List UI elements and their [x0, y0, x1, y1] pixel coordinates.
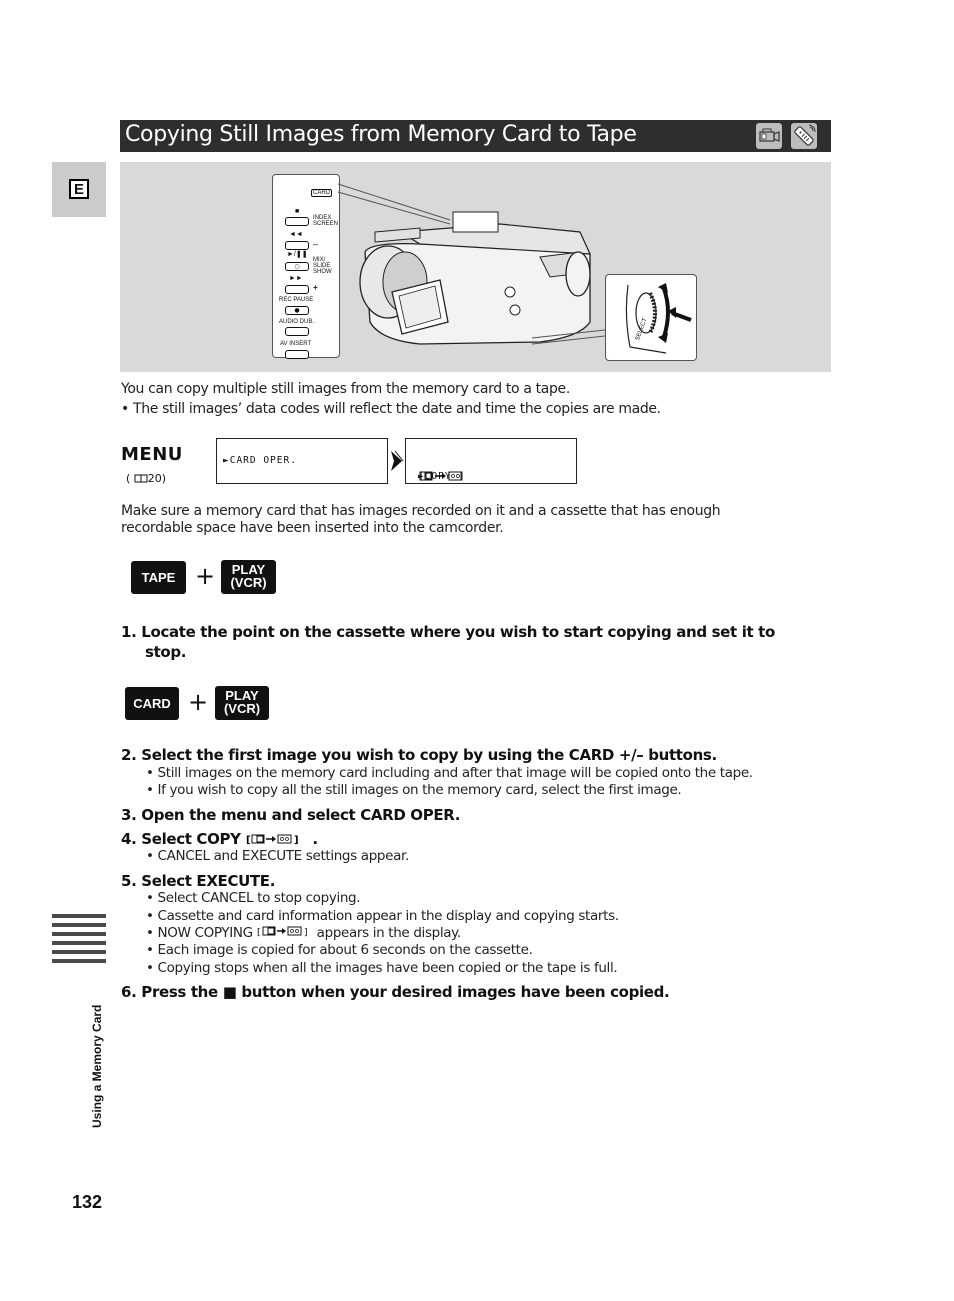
step-3: 3. Open the menu and select CARD OPER. — [121, 806, 461, 824]
step-5-bullet-3-post: appears in the display. — [316, 925, 462, 941]
section-stripe — [52, 941, 106, 945]
card-mode-badge: CARD — [125, 687, 179, 720]
menu-next-arrow-icon — [390, 450, 404, 476]
prerequisite-line-2: recordable space have been inserted into… — [121, 520, 504, 536]
play-vcr-mode-badge: PLAY (VCR) — [221, 560, 276, 594]
step-1-continued: stop. — [145, 643, 187, 661]
menu-step-card-oper-label: ►CARD OPER. — [223, 455, 297, 466]
section-stripe — [52, 950, 106, 954]
step-4-label: 4. Select COPY — [121, 830, 241, 848]
section-label: Using a Memory Card — [90, 1004, 104, 1128]
step-6-pre: 6. Press the — [121, 983, 218, 1001]
camcorder-icon — [756, 123, 782, 149]
svg-text:[: [ — [246, 835, 250, 845]
step-6: 6. Press the ■ button when your desired … — [121, 983, 670, 1001]
card-to-tape-icon: [] — [257, 925, 313, 941]
section-stripe — [52, 923, 106, 927]
svg-text:]: ] — [304, 928, 307, 937]
camcorder-drawing — [337, 183, 606, 345]
language-indicator: E — [69, 179, 89, 199]
remote-control-icon — [791, 123, 817, 149]
intro-bullet: • The still images’ data codes will refl… — [121, 401, 661, 417]
section-stripe — [52, 959, 106, 963]
plus-sign: + — [195, 562, 216, 590]
card-to-tape-icon: [] — [246, 831, 308, 849]
step-5-bullet-2: • Cassette and card information appear i… — [146, 908, 619, 924]
play-vcr-line-2: (VCR) — [223, 701, 261, 716]
step-2-bullet-2: • If you wish to copy all the still imag… — [146, 782, 682, 798]
language-tab: E — [52, 162, 106, 217]
menu-step-copy: ►COPY [] — [405, 438, 577, 484]
prerequisite-line-1: Make sure a memory card that has images … — [121, 503, 721, 519]
plus-sign: + — [188, 688, 209, 716]
select-dial-callout: SELECT — [605, 274, 697, 361]
step-4-bullet-1: • CANCEL and EXECUTE settings appear. — [146, 848, 409, 864]
step-5-bullet-5: • Copying stops when all the images have… — [146, 960, 618, 976]
section-stripe — [52, 914, 106, 918]
stop-button-icon: ■ — [222, 983, 237, 1001]
section-title-bar: Copying Still Images from Memory Card to… — [120, 120, 831, 152]
menu-ref-page: 20 — [147, 472, 162, 485]
card-to-tape-icon — [418, 471, 464, 484]
menu-step-copy-end: ] — [418, 471, 425, 482]
step-2: 2. Select the first image you wish to co… — [121, 746, 717, 764]
menu-step-card-oper: ►CARD OPER. — [216, 438, 388, 484]
menu-page-reference: ( 20) — [126, 472, 167, 486]
menu-heading: MENU — [121, 444, 183, 465]
page-number: 132 — [72, 1192, 103, 1212]
step-5-bullet-3-pre: • NOW COPYING — [146, 925, 253, 941]
step-5: 5. Select EXECUTE. — [121, 872, 276, 890]
step-1: 1. Locate the point on the cassette wher… — [121, 623, 775, 641]
play-vcr-mode-badge: PLAY (VCR) — [215, 686, 269, 720]
book-icon — [134, 473, 148, 486]
intro-text: You can copy multiple still images from … — [121, 381, 570, 397]
step-5-bullet-3: • NOW COPYING [] appears in the display. — [146, 925, 461, 941]
step-4-end: . — [312, 830, 318, 848]
step-4: 4. Select COPY [] . — [121, 830, 318, 849]
step-6-post: button when your desired images have bee… — [241, 983, 670, 1001]
page-title: Copying Still Images from Memory Card to… — [125, 122, 637, 147]
step-5-bullet-4: • Each image is copied for about 6 secon… — [146, 942, 533, 958]
section-stripe — [52, 932, 106, 936]
step-5-bullet-1: • Select CANCEL to stop copying. — [146, 890, 361, 906]
tape-mode-badge: TAPE — [131, 561, 186, 594]
svg-text:[: [ — [257, 928, 260, 937]
play-vcr-line-2: (VCR) — [230, 575, 267, 590]
camcorder-illustration: CARD ■ INDEX SCREEN ◄◄ – ►/❚❚ ○ MIX/ SLI… — [120, 162, 831, 372]
step-2-bullet-1: • Still images on the memory card includ… — [146, 765, 753, 781]
svg-text:]: ] — [294, 835, 298, 845]
